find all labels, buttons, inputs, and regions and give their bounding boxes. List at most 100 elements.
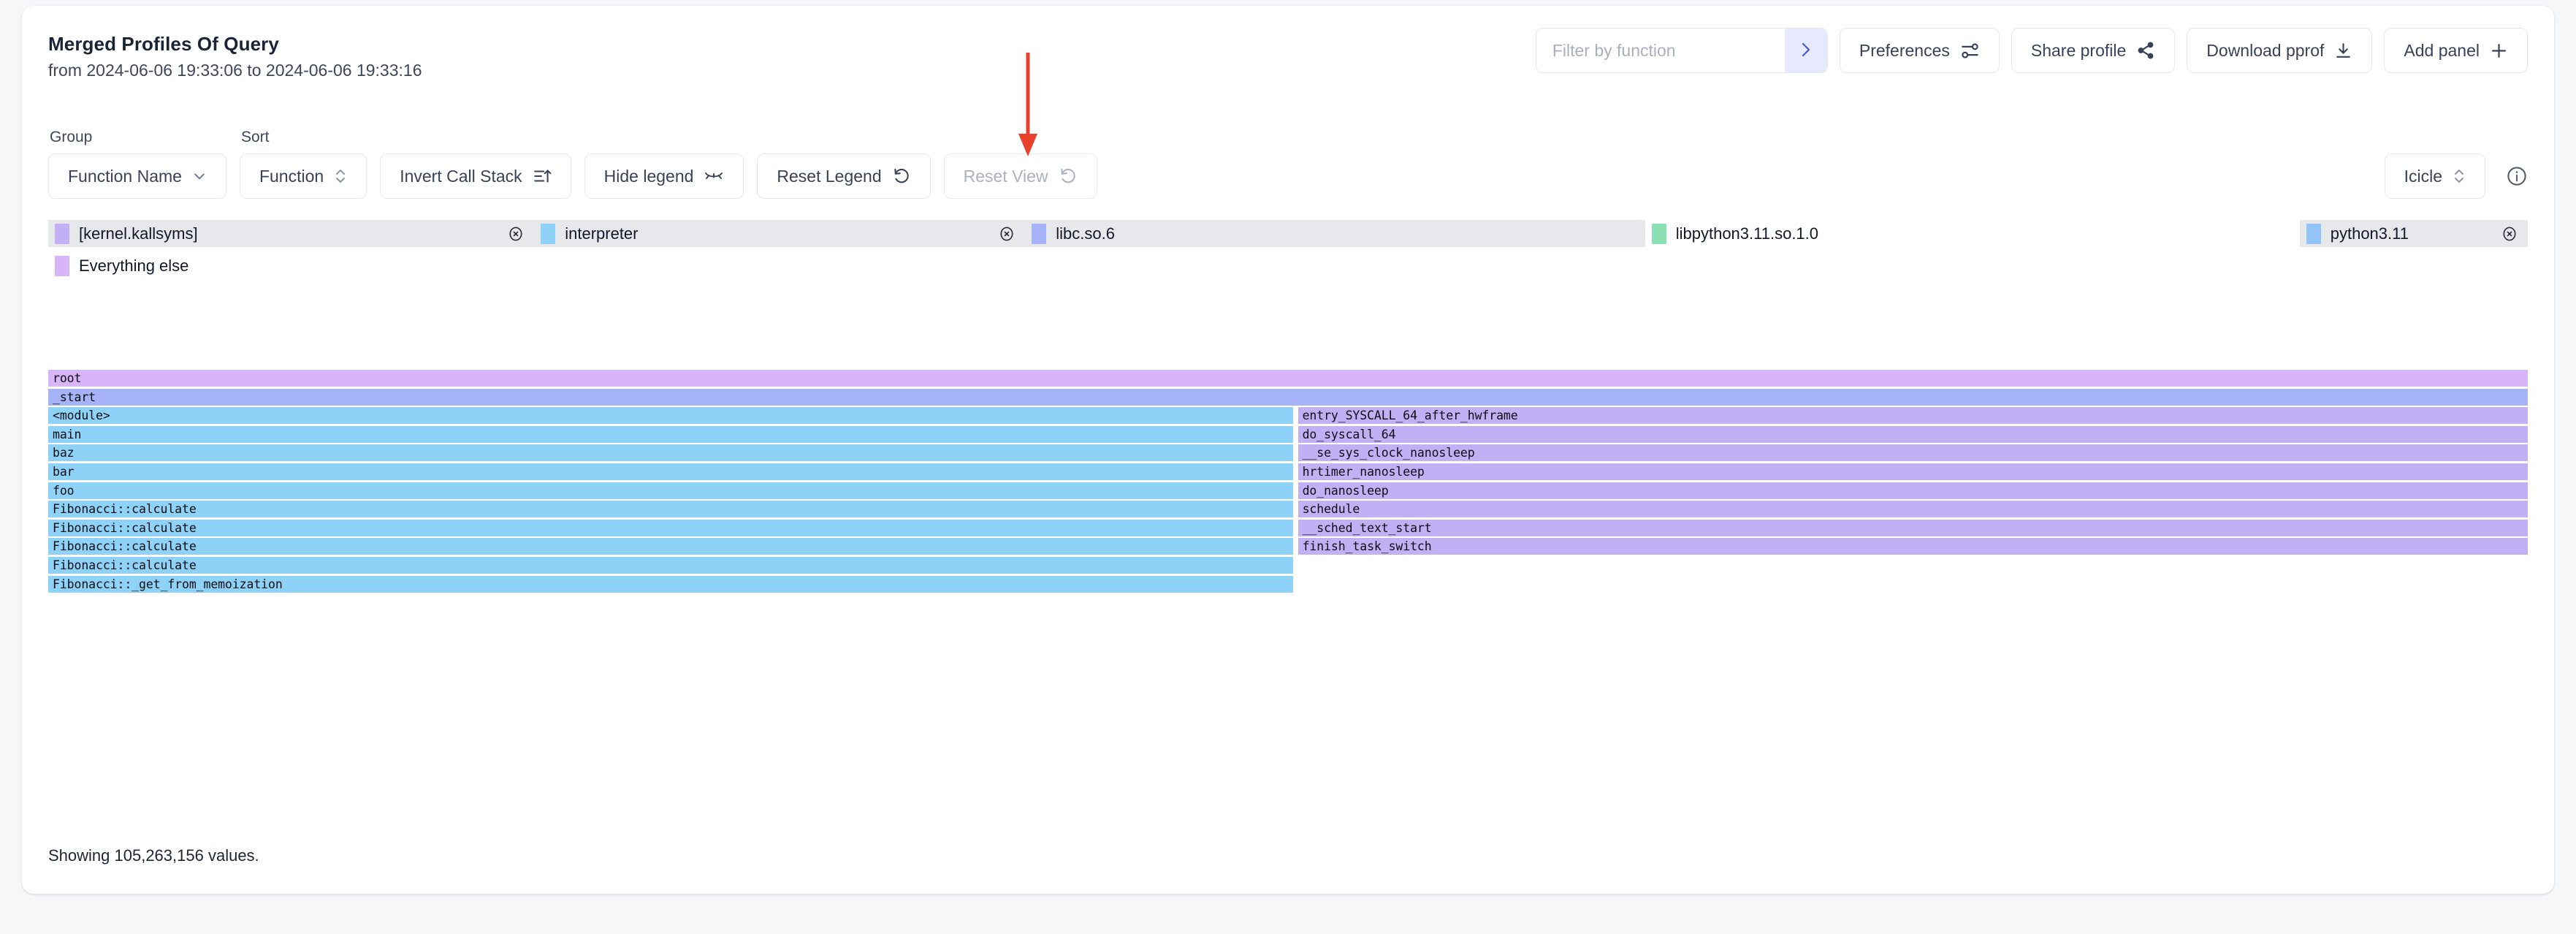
icicle-row: <module> entry_SYSCALL_64_after_hwframe: [48, 407, 2528, 425]
search-input[interactable]: [1536, 29, 1785, 72]
preferences-label: Preferences: [1859, 40, 1950, 60]
eye-off-icon: [704, 169, 724, 183]
icicle-frame[interactable]: __sched_text_start: [1297, 519, 2528, 536]
add-panel-button[interactable]: Add panel: [2384, 28, 2528, 73]
icicle-frame[interactable]: do_syscall_64: [1297, 425, 2528, 443]
icicle-row: Fibonacci::calculate finish_task_switch: [48, 538, 2528, 555]
hide-legend-button[interactable]: Hide legend: [584, 153, 744, 199]
icicle-row: bar hrtimer_nanosleep: [48, 463, 2528, 480]
icicle-frame[interactable]: entry_SYSCALL_64_after_hwframe: [1297, 407, 2528, 425]
group-control: Group Function Name: [48, 129, 226, 199]
legend-item-libc-so-6[interactable]: libc.so.6: [1025, 220, 1645, 247]
chevron-down-icon: [192, 169, 207, 183]
share-icon: [2136, 41, 2155, 60]
hide-legend-label: Hide legend: [603, 166, 694, 186]
legend-row: Everything else: [48, 252, 2528, 279]
controls-row: Group Function Name Sort Function Invert…: [48, 129, 2528, 199]
controls-right: Icicle: [2384, 153, 2528, 199]
icicle-frame-label: Fibonacci::_get_from_memoization: [53, 577, 283, 591]
legend-item-libpython3-11-so-1-0[interactable]: libpython3.11.so.1.0: [1645, 220, 2300, 247]
legend-item-everything-else[interactable]: Everything else: [48, 252, 199, 279]
invert-call-stack-button[interactable]: Invert Call Stack: [380, 153, 571, 199]
legend-item-label: libpython3.11.so.1.0: [1675, 224, 1819, 243]
icicle-frame[interactable]: baz: [48, 444, 1293, 462]
icicle-row: Fibonacci::calculate __sched_text_start: [48, 519, 2528, 536]
sort-by-select[interactable]: Function: [239, 153, 367, 199]
icicle-row: root: [48, 370, 2528, 387]
reset-view-button[interactable]: Reset View: [943, 153, 1097, 199]
icicle-frame[interactable]: Fibonacci::calculate: [48, 501, 1293, 518]
icicle-frame[interactable]: do_nanosleep: [1297, 482, 2528, 499]
legend-item-label: libc.so.6: [1056, 224, 1115, 243]
filter-submit-button[interactable]: [1784, 29, 1827, 72]
share-profile-button[interactable]: Share profile: [2011, 28, 2176, 73]
icicle-frame-label: entry_SYSCALL_64_after_hwframe: [1302, 409, 1518, 423]
download-pprof-button[interactable]: Download pprof: [2187, 28, 2373, 73]
icicle-frame[interactable]: Fibonacci::calculate: [48, 519, 1293, 536]
group-by-select[interactable]: Function Name: [48, 153, 226, 199]
icicle-frame-label: <module>: [53, 409, 110, 423]
add-panel-label: Add panel: [2404, 40, 2480, 60]
icicle-frame-label: Fibonacci::calculate: [53, 539, 197, 554]
profile-panel: Merged Profiles Of Query from 2024-06-06…: [22, 6, 2554, 894]
legend-row: [kernel.kallsyms] interpreter libc.so.6 lib…: [48, 220, 2528, 247]
filter-by-function-group: [1535, 28, 1828, 73]
icicle-frame-label: Fibonacci::calculate: [53, 558, 197, 572]
icicle-row: Fibonacci::_get_from_memoization: [48, 575, 2528, 593]
rotate-ccw-icon: [892, 167, 911, 186]
icicle-frame[interactable]: __se_sys_clock_nanosleep: [1297, 444, 2528, 462]
top-toolbar: Preferences Share profile Download pprof: [1535, 28, 2528, 73]
icicle-frame[interactable]: schedule: [1297, 501, 2528, 518]
legend-item-interpreter[interactable]: interpreter: [534, 220, 1026, 247]
icicle-frame[interactable]: Fibonacci::calculate: [48, 556, 1293, 574]
icicle-row: Fibonacci::calculate: [48, 556, 2528, 574]
icicle-frame-label: do_nanosleep: [1302, 483, 1389, 498]
reset-legend-button[interactable]: Reset Legend: [757, 153, 931, 199]
chevron-right-icon: [1799, 40, 1813, 61]
icicle-frame-label: baz: [53, 446, 75, 460]
sort-label: Sort: [240, 129, 270, 145]
preferences-button[interactable]: Preferences: [1839, 28, 2000, 73]
view-mode-select[interactable]: Icicle: [2384, 153, 2485, 199]
status-text: Showing 105,263,156 values.: [48, 846, 259, 865]
icicle-frame-label: root: [53, 371, 82, 385]
close-icon[interactable]: [2490, 226, 2518, 242]
legend-color-swatch: [541, 223, 556, 244]
info-circle-icon[interactable]: [2506, 165, 2528, 187]
icicle-frame-label: bar: [53, 464, 75, 479]
icicle-frame-label: __sched_text_start: [1302, 520, 1432, 535]
icicle-frame[interactable]: hrtimer_nanosleep: [1297, 463, 2528, 480]
legend-item-label: Everything else: [79, 256, 189, 275]
icicle-row: _start: [48, 388, 2528, 406]
sliders-icon: [1960, 41, 1980, 61]
view-mode-value: Icicle: [2404, 166, 2442, 186]
icicle-frame[interactable]: root: [48, 370, 2528, 387]
download-icon: [2334, 42, 2352, 60]
icicle-frame[interactable]: Fibonacci::_get_from_memoization: [48, 575, 1293, 593]
icicle-frame[interactable]: main: [48, 425, 1293, 443]
legend-color-swatch: [1651, 223, 1666, 244]
sort-by-value: Function: [259, 166, 324, 186]
icicle-frame[interactable]: bar: [48, 463, 1293, 480]
page-title: Merged Profiles Of Query: [48, 33, 279, 55]
legend: [kernel.kallsyms] interpreter libc.so.6 lib…: [48, 220, 2528, 279]
icicle-frame[interactable]: _start: [48, 388, 2528, 406]
chevron-up-down-icon: [2453, 167, 2466, 186]
group-by-value: Function Name: [68, 166, 182, 186]
panel-header: Merged Profiles Of Query from 2024-06-06…: [48, 32, 422, 80]
legend-item-kernel-kallsyms[interactable]: [kernel.kallsyms]: [48, 220, 535, 247]
icicle-frame[interactable]: Fibonacci::calculate: [48, 538, 1293, 555]
rotate-ccw-icon: [1059, 167, 1078, 186]
legend-item-label: python3.11: [2330, 224, 2409, 243]
icicle-frame[interactable]: finish_task_switch: [1297, 538, 2528, 555]
close-icon[interactable]: [987, 226, 1015, 242]
legend-item-python3-11[interactable]: python3.11: [2299, 220, 2528, 247]
icicle-row: Fibonacci::calculate schedule: [48, 501, 2528, 518]
icicle-frame[interactable]: foo: [48, 482, 1293, 499]
close-icon[interactable]: [496, 226, 524, 242]
plus-icon: [2490, 42, 2508, 60]
icicle-frame[interactable]: <module>: [48, 407, 1293, 425]
icicle-frame-label: hrtimer_nanosleep: [1302, 464, 1425, 479]
icicle-row: foo do_nanosleep: [48, 482, 2528, 499]
reset-legend-label: Reset Legend: [777, 166, 882, 186]
